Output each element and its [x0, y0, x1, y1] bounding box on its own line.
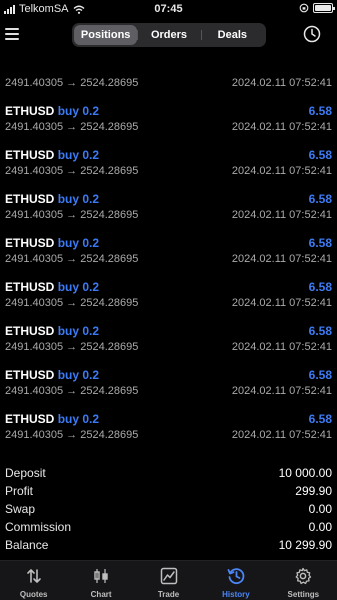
- status-time: 07:45: [154, 3, 183, 15]
- row-profit: 6.58: [308, 280, 332, 294]
- tab-deals[interactable]: Deals: [200, 25, 264, 45]
- status-right: [299, 3, 335, 13]
- row-profit: 6.58: [308, 148, 332, 162]
- row-side: buy 0.2: [57, 192, 100, 206]
- row-side: buy 0.2: [57, 236, 100, 250]
- gear-icon: [295, 567, 312, 585]
- summary-swap-row: Swap 0.00: [0, 500, 337, 518]
- row-symbol: ETHUSD: [5, 192, 55, 206]
- deposit-label: Deposit: [5, 466, 46, 480]
- summary-commission-row: Commission 0.00: [0, 518, 337, 536]
- hamburger-menu-icon[interactable]: [5, 28, 19, 40]
- row-side: buy 0.2: [57, 368, 100, 382]
- row-symbol: ETHUSD: [5, 324, 55, 338]
- row-profit: 6.58: [308, 192, 332, 206]
- row-title: ETHUSD buy 0.2: [5, 104, 99, 118]
- row-title: ETHUSD buy 0.2: [5, 280, 99, 294]
- row-symbol: ETHUSD: [5, 280, 55, 294]
- swap-label: Swap: [5, 502, 36, 516]
- tab-quotes[interactable]: Quotes: [0, 561, 67, 600]
- row-title: ETHUSD buy 0.2: [5, 192, 99, 206]
- history-row[interactable]: ETHUSD buy 0.26.582491.40305 → 2524.2869…: [0, 120, 337, 177]
- summary-profit-row: Profit 299.90: [0, 482, 337, 500]
- row-symbol: ETHUSD: [5, 148, 55, 162]
- row-side: buy 0.2: [57, 412, 100, 426]
- tab-quotes-label: Quotes: [19, 590, 48, 599]
- commission-value: 0.00: [308, 520, 332, 534]
- row-symbol: ETHUSD: [5, 104, 55, 118]
- summary-balance-row: Balance 10 299.90: [0, 536, 337, 554]
- balance-label: Balance: [5, 538, 49, 552]
- row-symbol: ETHUSD: [5, 412, 55, 426]
- row-title: ETHUSD buy 0.2: [5, 412, 99, 426]
- row-symbol: ETHUSD: [5, 368, 55, 382]
- history-row[interactable]: ETHUSD buy 0.26.582491.40305 → 2524.2869…: [0, 428, 337, 456]
- history-clock-icon: [227, 568, 245, 585]
- tab-chart-label: Chart: [90, 590, 112, 599]
- row-side: buy 0.2: [57, 324, 100, 338]
- tab-trade[interactable]: Trade: [135, 561, 202, 600]
- history-row[interactable]: ETHUSD buy 0.26.582491.40305 → 2524.2869…: [0, 296, 337, 353]
- row-title: ETHUSD buy 0.2: [5, 324, 99, 338]
- candlestick-chart-icon: [94, 569, 108, 583]
- profit-label: Profit: [5, 484, 34, 498]
- summary-deposit-row: Deposit 10 000.00: [0, 464, 337, 482]
- bottom-tab-bar: Quotes Chart Trade History Settings: [0, 560, 337, 600]
- deposit-value: 10 000.00: [278, 466, 332, 480]
- swap-value: 0.00: [308, 502, 332, 516]
- history-row[interactable]: ETHUSD buy 0.26.582491.40305 → 2524.2869…: [0, 340, 337, 397]
- rotation-lock-icon: [299, 3, 309, 13]
- profit-value: 299.90: [295, 484, 332, 498]
- row-title: ETHUSD buy 0.2: [5, 148, 99, 162]
- row-profit: 6.58: [308, 104, 332, 118]
- row-profit: 6.58: [308, 412, 332, 426]
- history-row[interactable]: ETHUSD buy 0.26.582491.40305 → 2524.2869…: [0, 252, 337, 309]
- row-symbol: ETHUSD: [5, 236, 55, 250]
- commission-label: Commission: [5, 520, 72, 534]
- row-side: buy 0.2: [57, 104, 100, 118]
- row-title: ETHUSD buy 0.2: [5, 236, 99, 250]
- row-profit: 6.58: [308, 324, 332, 338]
- battery-icon: [313, 3, 335, 13]
- row-title: ETHUSD buy 0.2: [5, 368, 99, 382]
- tab-trade-label: Trade: [157, 590, 180, 599]
- row-side: buy 0.2: [57, 148, 100, 162]
- tab-orders[interactable]: Orders: [137, 25, 200, 45]
- history-row[interactable]: ETHUSD buy 0.26.582491.40305 → 2524.2869…: [0, 384, 337, 441]
- tab-settings[interactable]: Settings: [270, 561, 337, 600]
- row-profit: 6.58: [308, 236, 332, 250]
- history-list[interactable]: ETHUSD buy 0.26.582491.40305 → 2524.2869…: [0, 44, 337, 456]
- status-bar: TelkomSA 07:45: [0, 0, 337, 18]
- clock-icon[interactable]: [303, 25, 321, 43]
- row-side: buy 0.2: [57, 280, 100, 294]
- tab-positions[interactable]: Positions: [74, 25, 138, 45]
- history-row[interactable]: ETHUSD buy 0.26.582491.40305 → 2524.2869…: [0, 44, 337, 89]
- tab-settings-label: Settings: [287, 590, 320, 599]
- history-row[interactable]: ETHUSD buy 0.26.582491.40305 → 2524.2869…: [0, 208, 337, 265]
- tab-history-label: History: [222, 590, 250, 599]
- history-row[interactable]: ETHUSD buy 0.26.582491.40305 → 2524.2869…: [0, 164, 337, 221]
- trade-chart-icon: [160, 567, 177, 585]
- history-row[interactable]: ETHUSD buy 0.26.582491.40305 → 2524.2869…: [0, 76, 337, 133]
- tab-chart[interactable]: Chart: [67, 561, 134, 600]
- quotes-arrows-icon: [26, 569, 41, 583]
- row-profit: 6.58: [308, 368, 332, 382]
- account-summary: Deposit 10 000.00 Profit 299.90 Swap 0.0…: [0, 464, 337, 554]
- balance-value: 10 299.90: [278, 538, 332, 552]
- tab-history[interactable]: History: [202, 561, 269, 600]
